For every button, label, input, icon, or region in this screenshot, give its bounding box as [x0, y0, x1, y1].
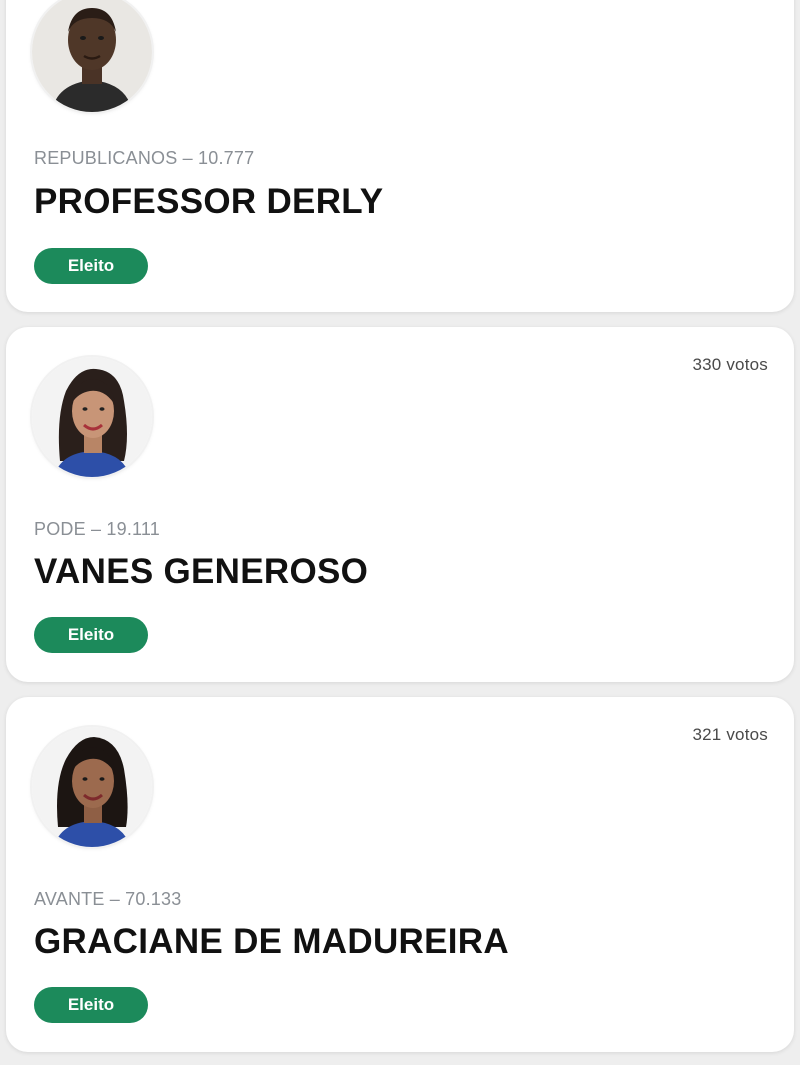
- vote-count: 330 votos: [692, 355, 768, 374]
- candidate-card[interactable]: 330 votos PODE – 19.111 VANES GENEROSO E…: [6, 327, 794, 682]
- candidate-photo-avatar: [32, 727, 152, 847]
- candidate-name: GRACIANE DE MADUREIRA: [34, 922, 509, 961]
- candidate-photo-icon: [32, 0, 152, 112]
- candidate-list: REPUBLICANOS – 10.777 PROFESSOR DERLY El…: [0, 0, 800, 1065]
- candidate-name: VANES GENEROSO: [34, 552, 369, 591]
- candidate-name: PROFESSOR DERLY: [34, 182, 384, 221]
- candidate-photo-icon: [32, 357, 152, 477]
- candidate-photo-icon: [32, 727, 152, 847]
- vote-count: 321 votos: [692, 725, 768, 744]
- party-and-number: AVANTE – 70.133: [34, 889, 182, 909]
- party-and-number: REPUBLICANOS – 10.777: [34, 148, 255, 168]
- status-badge: Eleito: [34, 617, 148, 653]
- candidate-photo-avatar: [32, 0, 152, 112]
- status-badge: Eleito: [34, 987, 148, 1023]
- candidate-card[interactable]: REPUBLICANOS – 10.777 PROFESSOR DERLY El…: [6, 0, 794, 312]
- candidate-card[interactable]: 321 votos AVANTE – 70.133 GRACIANE DE MA…: [6, 697, 794, 1052]
- status-badge: Eleito: [34, 248, 148, 284]
- party-and-number: PODE – 19.111: [34, 519, 161, 539]
- candidate-photo-avatar: [32, 357, 152, 477]
